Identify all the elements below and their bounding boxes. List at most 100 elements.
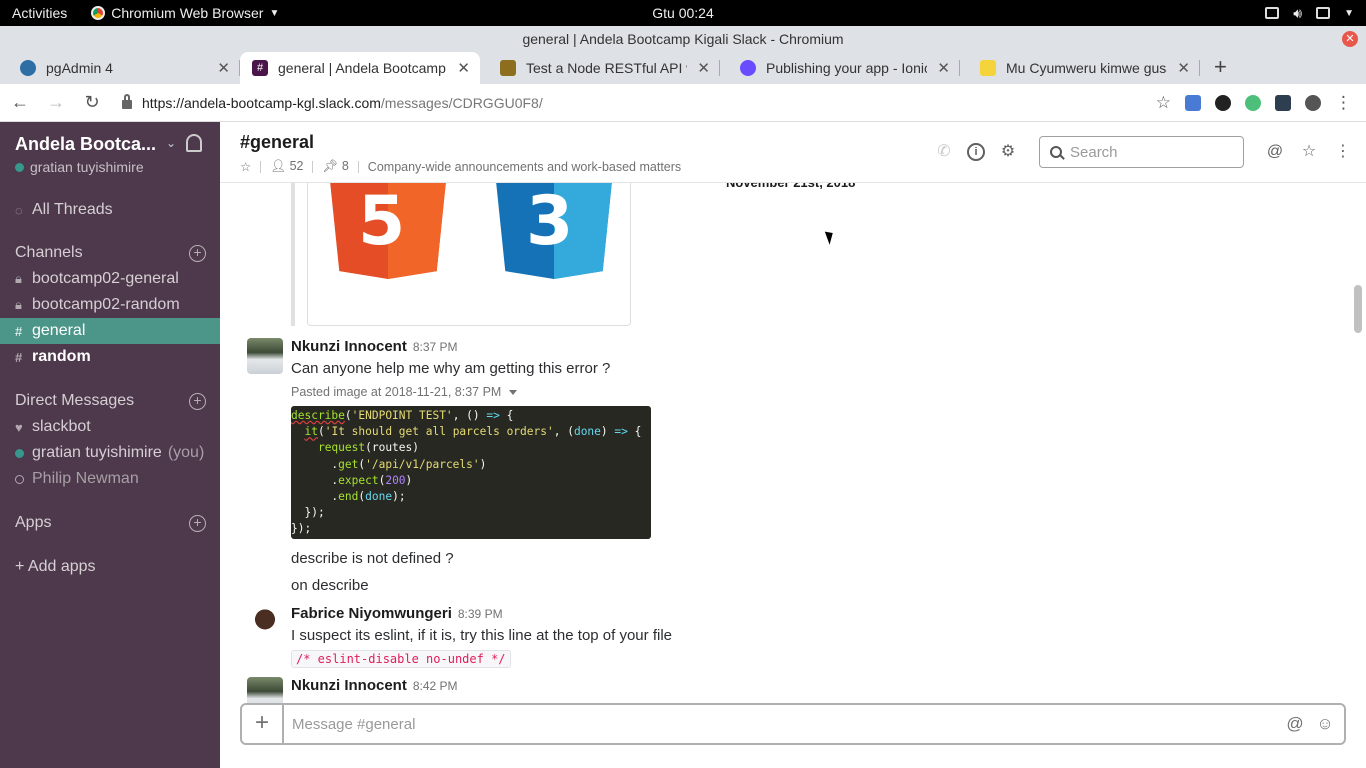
- channels-heading[interactable]: Channels: [15, 244, 83, 262]
- reload-button[interactable]: ↻: [76, 92, 108, 113]
- extension-icon[interactable]: [1245, 94, 1261, 111]
- tab-mu-cyumweru[interactable]: Mu Cyumweru kimwe gusa ✕: [960, 52, 1200, 84]
- heart-icon: ♥: [15, 419, 23, 435]
- menu-kebab-icon[interactable]: ⋮: [1335, 93, 1352, 113]
- profile-avatar[interactable]: [1305, 94, 1321, 111]
- chevron-down-icon[interactable]: ⌄: [166, 136, 176, 150]
- react-devtools-icon[interactable]: [1275, 94, 1291, 111]
- you-suffix: (you): [167, 444, 205, 461]
- system-tray[interactable]: 🔊︎ ▼: [1265, 5, 1354, 22]
- close-icon[interactable]: ✕: [217, 59, 230, 77]
- add-dm-button[interactable]: +: [189, 393, 206, 410]
- channel-title[interactable]: #general: [240, 132, 314, 153]
- slack-sidebar: Andela Bootca... ⌄ gratian tuyishimire ◌…: [0, 122, 220, 768]
- sidebar-item-self-dm[interactable]: gratian tuyishimire (you): [0, 440, 220, 466]
- address-bar[interactable]: https://andela-bootcamp-kgl.slack.com/me…: [122, 94, 1112, 111]
- clock[interactable]: Gtu 00:24: [652, 5, 714, 21]
- gear-icon[interactable]: ⚙: [997, 141, 1019, 163]
- avatar[interactable]: [247, 605, 283, 641]
- sidebar-item-label: bootcamp02-general: [32, 270, 179, 287]
- sidebar-item-label: All Threads: [32, 201, 113, 218]
- bookmark-star-icon[interactable]: ☆: [1156, 93, 1171, 113]
- extension-icon[interactable]: [1215, 94, 1231, 111]
- star-icon[interactable]: ☆: [240, 159, 251, 174]
- news-site-icon: [980, 60, 996, 76]
- message-timestamp[interactable]: 8:39 PM: [458, 607, 503, 621]
- attach-plus-button[interactable]: +: [242, 705, 284, 743]
- sidebar-item-slackbot[interactable]: ♥ slackbot: [0, 414, 220, 440]
- message-author[interactable]: Fabrice Niyomwungeri 8:39 PM: [291, 605, 503, 622]
- tab-node-api-test[interactable]: Test a Node RESTful API with Mocha and C…: [480, 52, 720, 84]
- app-menu-label: Chromium Web Browser: [111, 5, 264, 21]
- tab-title: general | Andela Bootcamp Kigali Slack: [278, 60, 447, 76]
- threads-icon: ◌: [15, 202, 23, 218]
- code-line: });: [291, 522, 312, 536]
- mentions-icon[interactable]: @: [1264, 141, 1286, 163]
- pasted-image-label[interactable]: Pasted image at 2018-11-21, 8:37 PM: [291, 385, 518, 399]
- close-icon[interactable]: ✕: [457, 59, 470, 77]
- sidebar-item-all-threads[interactable]: ◌ All Threads: [0, 197, 220, 223]
- add-channel-button[interactable]: +: [189, 245, 206, 262]
- back-button[interactable]: ←: [4, 92, 36, 113]
- sidebar-item-random[interactable]: # random: [0, 344, 220, 370]
- direct-messages-heading[interactable]: Direct Messages: [15, 392, 134, 410]
- sidebar-item-bootcamp02-general[interactable]: 🔒︎ bootcamp02-general: [0, 266, 220, 292]
- close-icon[interactable]: ✕: [697, 59, 710, 77]
- extension-icon[interactable]: [1185, 94, 1201, 111]
- code-line: .expect(200): [291, 473, 413, 487]
- message-timestamp[interactable]: 8:42 PM: [413, 679, 458, 693]
- forward-button[interactable]: →: [40, 92, 72, 113]
- notifications-bell-icon[interactable]: [186, 134, 202, 152]
- sidebar-item-philip-newman[interactable]: Philip Newman: [0, 466, 220, 492]
- message-author[interactable]: Nkunzi Innocent 8:42 PM: [291, 677, 458, 694]
- attachment-label: Pasted image at 2018-11-21, 8:37 PM: [291, 385, 502, 399]
- mention-icon[interactable]: @: [1284, 714, 1306, 734]
- search-icon: [1050, 146, 1062, 158]
- phone-icon[interactable]: ✆: [933, 141, 955, 163]
- message-text: I suspect its eslint, if it is, try this…: [291, 627, 672, 644]
- more-kebab-icon[interactable]: ⋮: [1332, 141, 1354, 163]
- code-screenshot-image[interactable]: describe('ENDPOINT TEST', () => { it('It…: [291, 406, 651, 539]
- sidebar-item-label: Philip Newman: [32, 470, 139, 487]
- message-timestamp[interactable]: 8:37 PM: [413, 340, 458, 354]
- ionic-icon: [740, 60, 756, 76]
- tab-pgadmin[interactable]: pgAdmin 4 ✕: [0, 52, 240, 84]
- window-close-button[interactable]: ✕: [1342, 31, 1358, 47]
- tab-slack-general[interactable]: # general | Andela Bootcamp Kigali Slack…: [240, 52, 480, 84]
- channel-topic[interactable]: Company-wide announcements and work-base…: [368, 160, 681, 174]
- message-author[interactable]: Nkunzi Innocent 8:37 PM: [291, 338, 458, 355]
- workspace-name[interactable]: Andela Bootca...: [15, 134, 156, 155]
- message-input[interactable]: [284, 715, 1284, 733]
- message-scrollbar[interactable]: [1354, 285, 1362, 333]
- sidebar-item-label: slackbot: [32, 418, 91, 435]
- sidebar-item-bootcamp02-random[interactable]: 🔒︎ bootcamp02-random: [0, 292, 220, 318]
- activities-button[interactable]: Activities: [0, 5, 79, 21]
- divider: [357, 160, 359, 173]
- image-attachment[interactable]: 5 3: [307, 183, 631, 326]
- avatar[interactable]: [247, 677, 283, 703]
- add-apps-link[interactable]: + Add apps: [15, 558, 96, 576]
- search-input[interactable]: Search: [1039, 136, 1244, 168]
- emoji-icon[interactable]: ☺: [1314, 714, 1336, 734]
- attachment-bar: [291, 183, 295, 326]
- member-count[interactable]: 👤︎ 52: [270, 159, 303, 174]
- apps-heading[interactable]: Apps: [15, 514, 51, 532]
- info-icon[interactable]: i: [967, 143, 985, 161]
- close-icon[interactable]: ✕: [1177, 59, 1190, 77]
- starred-items-icon[interactable]: ☆: [1298, 141, 1320, 163]
- add-app-button[interactable]: +: [189, 515, 206, 532]
- browser-toolbar: ← → ↻ https://andela-bootcamp-kgl.slack.…: [0, 84, 1366, 122]
- header-actions: ✆ i ⚙ Search @ ☆ ⋮: [933, 136, 1366, 168]
- pinned-count-value: 8: [341, 159, 349, 173]
- app-menu[interactable]: Chromium Web Browser ▼: [79, 5, 279, 21]
- avatar[interactable]: [247, 338, 283, 374]
- pinned-count[interactable]: 📌︎ 8: [322, 159, 348, 174]
- close-icon[interactable]: ✕: [937, 59, 950, 77]
- message-pane[interactable]: 5 3 November 21st, 2018 Nkunzi Innocent 8…: [220, 183, 1354, 703]
- sidebar-item-general[interactable]: # general: [0, 318, 220, 344]
- current-user[interactable]: gratian tuyishimire: [15, 159, 144, 175]
- tab-ionic-publishing[interactable]: Publishing your app - Ionic ✕: [720, 52, 960, 84]
- caret-down-icon[interactable]: [509, 389, 518, 395]
- new-tab-button[interactable]: +: [1200, 52, 1241, 84]
- chevron-down-icon: ▼: [1344, 7, 1354, 19]
